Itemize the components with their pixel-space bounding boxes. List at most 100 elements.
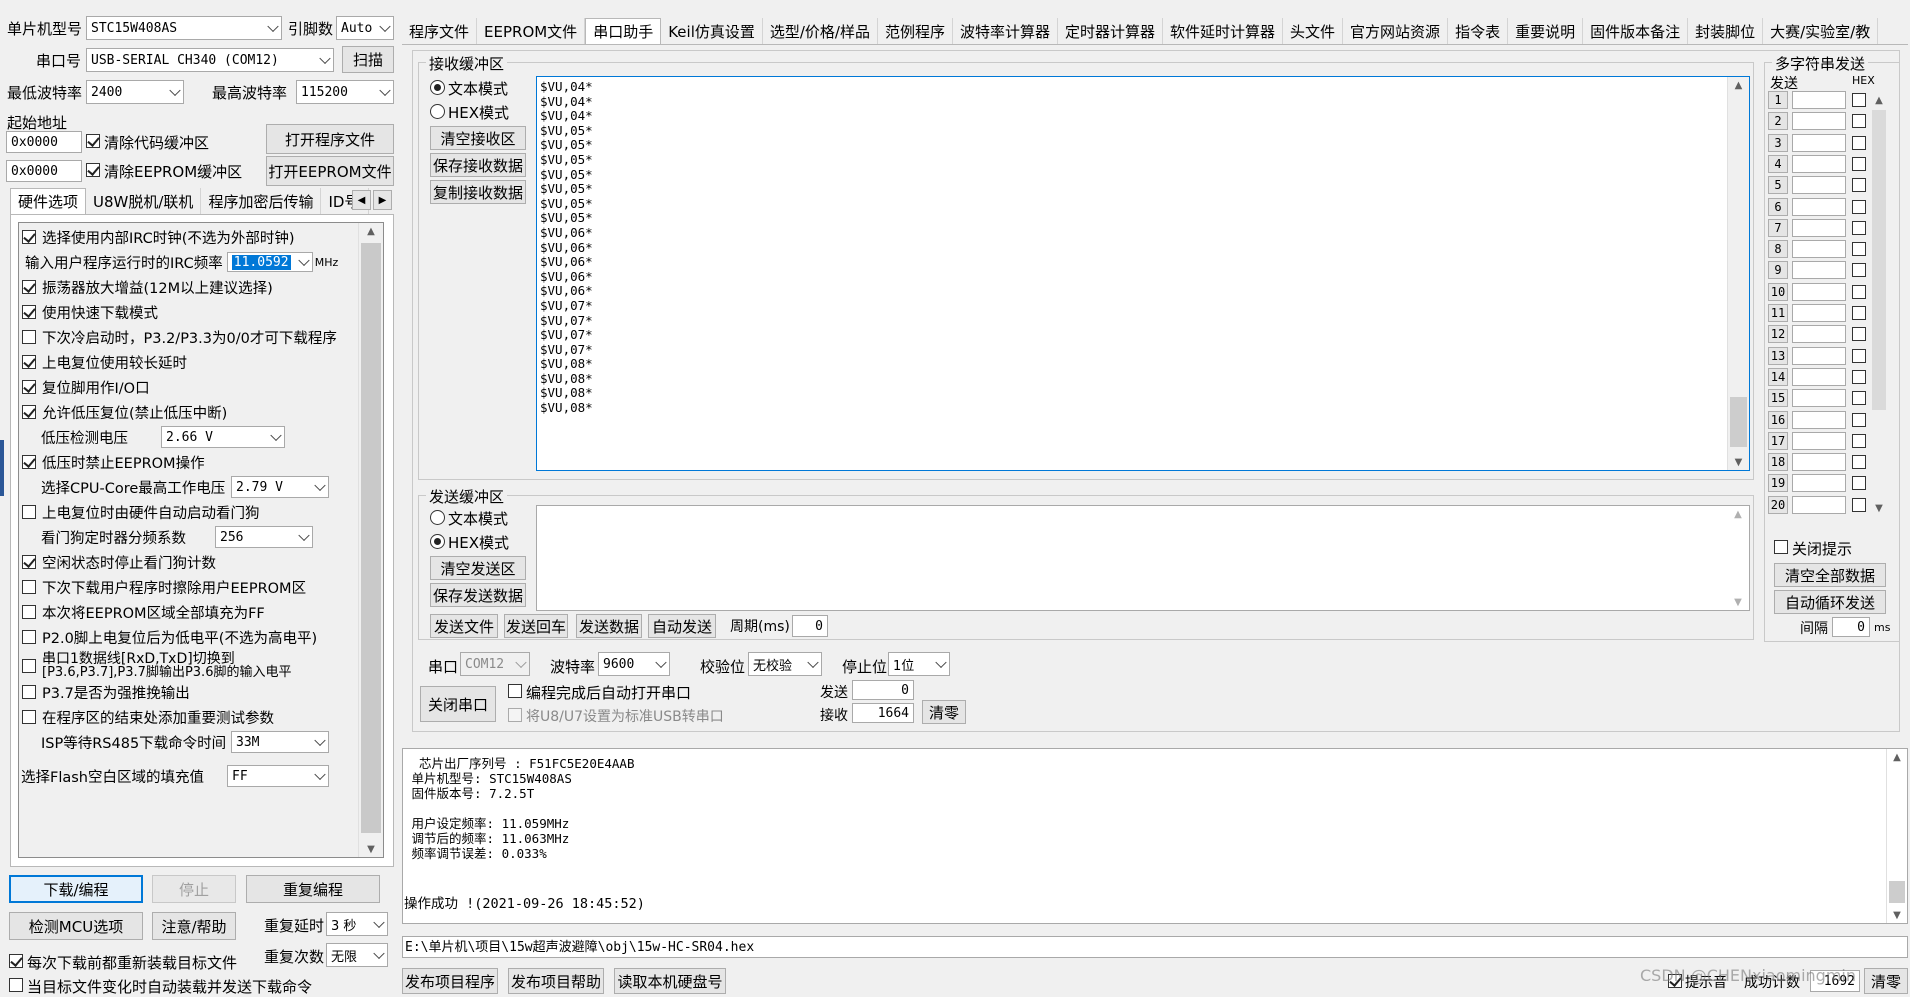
hw-option-select[interactable]: 2.79 V — [231, 476, 329, 498]
send-data-button[interactable]: 发送数据 — [576, 614, 642, 638]
help-button[interactable]: 注意/帮助 — [152, 912, 236, 940]
scroll-down-icon[interactable]: ▼ — [1727, 594, 1749, 610]
tab-main-4[interactable]: 选型/价格/样品 — [762, 18, 878, 44]
repeat-count-select[interactable]: 无限 — [326, 943, 388, 967]
reprogram-button[interactable]: 重复编程 — [246, 875, 380, 903]
irc-freq-select[interactable]: 11.0592 — [226, 252, 313, 272]
usb-std-checkbox[interactable] — [508, 708, 522, 722]
scroll-down-icon[interactable]: ▼ — [1887, 907, 1907, 923]
multi-hex-checkbox[interactable] — [1852, 497, 1866, 512]
publish-button[interactable]: 发布项目程序 — [402, 968, 498, 994]
hw-option-checkbox[interactable] — [22, 455, 36, 469]
clear-success-button[interactable]: 清零 — [1864, 968, 1908, 994]
multi-hex-checkbox[interactable] — [1852, 178, 1866, 193]
multi-send-input[interactable] — [1792, 410, 1846, 429]
multi-send-input[interactable] — [1792, 133, 1846, 152]
mcu-select[interactable]: STC15W408AS — [86, 16, 282, 40]
send-scrollbar[interactable]: ▲ ▼ — [1727, 506, 1749, 610]
multi-hex-checkbox[interactable] — [1852, 284, 1866, 299]
tab-main-5[interactable]: 范例程序 — [877, 18, 953, 44]
send-cr-button[interactable]: 发送回车 — [504, 614, 568, 638]
auto-send-button[interactable]: 自动发送 — [648, 614, 716, 638]
parity-select[interactable]: 无校验 — [748, 652, 822, 676]
receive-textarea[interactable]: $VU,04* $VU,04* $VU,04* $VU,05* $VU,05* $VU,0… — [536, 76, 1750, 528]
scroll-down-icon[interactable]: ▼ — [1870, 500, 1888, 516]
min-baud-select[interactable]: 2400 — [86, 80, 184, 104]
stop-button[interactable]: 停止 — [152, 875, 236, 903]
hw-option-checkbox[interactable] — [22, 555, 36, 569]
max-baud-select[interactable]: 115200 — [296, 80, 394, 104]
multi-send-button[interactable]: 12 — [1768, 325, 1788, 344]
clear-all-button[interactable]: 清空全部数据 — [1774, 563, 1886, 587]
multi-send-input[interactable] — [1792, 431, 1846, 450]
multi-send-button[interactable]: 3 — [1768, 133, 1788, 152]
multi-hex-checkbox[interactable] — [1852, 348, 1866, 363]
multi-hex-checkbox[interactable] — [1852, 369, 1866, 384]
multi-hex-checkbox[interactable] — [1852, 156, 1866, 171]
multi-hex-checkbox[interactable] — [1852, 263, 1866, 278]
publish-help-button[interactable]: 发布项目帮助 — [508, 968, 604, 994]
close-hint-checkbox[interactable] — [1774, 540, 1788, 554]
recv-hex-mode-radio[interactable] — [430, 104, 445, 119]
multi-hex-checkbox[interactable] — [1852, 220, 1866, 235]
multi-send-input[interactable] — [1792, 154, 1846, 173]
multi-send-button[interactable]: 11 — [1768, 304, 1788, 322]
hw-option-checkbox[interactable] — [22, 380, 36, 394]
hw-option-checkbox[interactable] — [22, 505, 36, 519]
serial-port-select[interactable]: COM12 — [460, 652, 530, 676]
tab-scroll-right-icon[interactable]: ▶ — [373, 190, 392, 210]
recv-text-mode-radio[interactable] — [430, 80, 445, 95]
tab-main-6[interactable]: 波特率计算器 — [952, 18, 1058, 44]
hw-option-select[interactable]: 256 — [215, 526, 313, 548]
log-scrollbar[interactable]: ▲ ▼ — [1886, 749, 1907, 923]
hw-option-checkbox[interactable] — [22, 659, 36, 673]
multi-send-input[interactable] — [1792, 474, 1846, 493]
pins-select[interactable]: Auto — [336, 16, 394, 40]
hw-option-checkbox[interactable] — [22, 330, 36, 344]
tab-main-9[interactable]: 头文件 — [1283, 18, 1344, 44]
tab-main-2[interactable]: 串口助手 — [585, 18, 662, 44]
tab-main-10[interactable]: 官方网站资源 — [1343, 18, 1449, 44]
multi-send-input[interactable] — [1792, 389, 1846, 408]
tab-main-11[interactable]: 指令表 — [1448, 18, 1509, 44]
multi-hex-checkbox[interactable] — [1852, 433, 1866, 448]
clear-code-checkbox[interactable] — [86, 134, 100, 148]
tab-main-12[interactable]: 重要说明 — [1508, 18, 1584, 44]
period-input[interactable]: 0 — [792, 615, 828, 637]
multi-hex-checkbox[interactable] — [1852, 306, 1866, 320]
multi-send-button[interactable]: 9 — [1768, 261, 1788, 280]
multi-hex-checkbox[interactable] — [1852, 391, 1866, 406]
tab-scroll-left-icon[interactable]: ◀ — [352, 190, 371, 210]
tab-main-13[interactable]: 固件版本备注 — [1583, 18, 1689, 44]
log-scroll-thumb[interactable] — [1889, 881, 1905, 903]
multi-send-button[interactable]: 4 — [1768, 154, 1788, 173]
scroll-down-icon[interactable]: ▼ — [1728, 454, 1749, 470]
tab-u8w[interactable]: U8W脱机/联机 — [86, 188, 202, 214]
hw-option-checkbox[interactable] — [22, 605, 36, 619]
scroll-up-icon[interactable]: ▲ — [1727, 506, 1749, 522]
multi-send-button[interactable]: 2 — [1768, 112, 1788, 131]
eeprom-addr-input[interactable]: 0x0000 — [6, 160, 82, 182]
multi-hex-checkbox[interactable] — [1852, 135, 1866, 150]
repeat-delay-select[interactable]: 3 秒 — [326, 912, 388, 936]
auto-loop-button[interactable]: 自动循环发送 — [1774, 590, 1886, 614]
reload-checkbox[interactable] — [9, 954, 23, 968]
multi-hex-checkbox[interactable] — [1852, 476, 1866, 491]
send-textarea[interactable] — [536, 505, 1750, 611]
tab-main-7[interactable]: 定时器计算器 — [1058, 18, 1164, 44]
multi-send-input[interactable] — [1792, 282, 1846, 301]
detect-mcu-button[interactable]: 检测MCU选项 — [9, 912, 143, 940]
multi-hex-checkbox[interactable] — [1852, 327, 1866, 342]
open-program-button[interactable]: 打开程序文件 — [266, 124, 394, 154]
clear-eeprom-checkbox[interactable] — [86, 163, 100, 177]
autoload-checkbox[interactable] — [9, 978, 23, 992]
tab-main-3[interactable]: Keil仿真设置 — [661, 18, 763, 44]
multi-send-input[interactable] — [1792, 240, 1846, 259]
scroll-up-icon[interactable]: ▲ — [1728, 77, 1749, 93]
hw-option-checkbox[interactable] — [22, 405, 36, 419]
code-addr-input[interactable]: 0x0000 — [6, 131, 82, 153]
multi-send-button[interactable]: 5 — [1768, 176, 1788, 195]
multi-send-button[interactable]: 1 — [1768, 91, 1788, 109]
multi-scroll-thumb[interactable] — [1872, 110, 1886, 410]
multi-send-input[interactable] — [1792, 197, 1846, 216]
